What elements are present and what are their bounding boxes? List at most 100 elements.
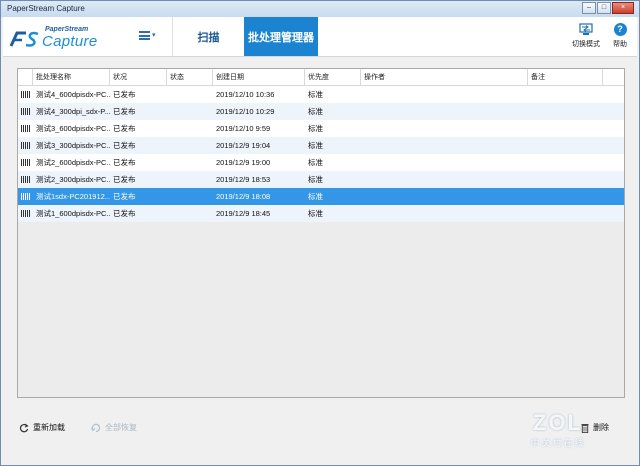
table-row[interactable]: 测试1sdx-PC201912... 已发布 2019/12/9 18:08 标准: [18, 188, 624, 205]
cell-priority: 标准: [308, 192, 323, 201]
table-row[interactable]: 测试3_600dpisdx-PC... 已发布 2019/12/10 9:59 标准: [18, 120, 624, 137]
batch-manager-panel: 批处理名称 状况 状态 创建日期 优先度 操作者 备注 测试4_600dpisd…: [3, 58, 637, 464]
cell-priority: 标准: [308, 158, 323, 167]
cell-status: [167, 171, 213, 188]
table-row[interactable]: 测试2_300dpisdx-PC... 已发布 2019/12/9 18:53 标准: [18, 171, 624, 188]
cell-note: [528, 86, 603, 103]
cell-condition: 已发布: [113, 90, 136, 99]
cell-note: [528, 137, 603, 154]
reload-button[interactable]: 重新加载: [19, 422, 65, 433]
cell-operator: [361, 103, 528, 120]
column-header-created[interactable]: 创建日期: [213, 69, 305, 86]
cell-note: [528, 103, 603, 120]
title-bar: PaperStream Capture – □ ×: [1, 1, 639, 17]
cell-note: [528, 120, 603, 137]
reload-label: 重新加载: [33, 423, 65, 432]
cell-condition: 已发布: [113, 192, 136, 201]
column-header-note[interactable]: 备注: [528, 69, 603, 86]
watermark-text: 中关村在线: [530, 438, 586, 448]
help-button[interactable]: ? 帮助: [609, 23, 631, 49]
app-header: PaperStream Capture ▾ 扫描 批处理管理器 切换模式 ? 帮…: [3, 17, 637, 57]
watermark-logo: ZOL: [533, 410, 583, 435]
paperstream-logo: PaperStream Capture: [9, 24, 109, 52]
table-row[interactable]: 测试3_300dpisdx-PC... 已发布 2019/12/9 19:04 标准: [18, 137, 624, 154]
cell-status: [167, 205, 213, 222]
window-title: PaperStream Capture: [7, 4, 85, 13]
restore-icon: [91, 423, 101, 432]
cell-operator: [361, 171, 528, 188]
switch-mode-button[interactable]: 切换模式: [569, 23, 603, 49]
app-window: PaperStream Capture – □ × PaperStream Ca…: [0, 0, 640, 466]
cell-operator: [361, 86, 528, 103]
cell-condition: 已发布: [113, 158, 136, 167]
batch-barcode-icon: [21, 176, 30, 183]
refresh-icon: [19, 423, 29, 432]
table-header: 批处理名称 状况 状态 创建日期 优先度 操作者 备注: [18, 69, 624, 86]
cell-priority: 标准: [308, 175, 323, 184]
switch-mode-label: 切换模式: [572, 41, 600, 48]
cell-condition: 已发布: [113, 209, 136, 218]
close-button[interactable]: ×: [612, 2, 634, 14]
cell-created: 2019/12/9 18:08: [216, 192, 271, 201]
batch-barcode-icon: [21, 108, 30, 115]
batch-barcode-icon: [21, 159, 30, 166]
cell-priority: 标准: [308, 90, 323, 99]
column-header-status[interactable]: 状态: [167, 69, 213, 86]
cell-name: 测试3_300dpisdx-PC...: [36, 141, 110, 150]
cell-created: 2019/12/9 18:53: [216, 175, 271, 184]
column-header-filler: [603, 69, 624, 86]
cell-status: [167, 137, 213, 154]
maximize-button[interactable]: □: [597, 2, 611, 14]
batch-barcode-icon: [21, 91, 30, 98]
column-header-name[interactable]: 批处理名称: [33, 69, 110, 86]
help-icon: ?: [613, 23, 627, 36]
batch-barcode-icon: [21, 210, 30, 217]
cell-created: 2019/12/9 19:00: [216, 158, 271, 167]
cell-status: [167, 154, 213, 171]
table-row[interactable]: 测试4_600dpisdx-PC... 已发布 2019/12/10 10:36 标准: [18, 86, 624, 103]
cell-note: [528, 171, 603, 188]
table-row[interactable]: 测试1_600dpisdx-PC... 已发布 2019/12/9 18:45 标准: [18, 205, 624, 222]
main-menu-button[interactable]: ▾: [139, 29, 161, 43]
cell-condition: 已发布: [113, 141, 136, 150]
cell-condition: 已发布: [113, 107, 136, 116]
chevron-down-icon: ▾: [152, 32, 156, 39]
cell-created: 2019/12/10 9:59: [216, 124, 271, 133]
cell-name: 测试4_300dpi_sdx-P...: [36, 107, 110, 116]
table-row[interactable]: 测试2_600dpisdx-PC... 已发布 2019/12/9 19:00 标准: [18, 154, 624, 171]
cell-status: [167, 103, 213, 120]
cell-name: 测试2_300dpisdx-PC...: [36, 175, 110, 184]
table-row[interactable]: 测试4_300dpi_sdx-P... 已发布 2019/12/10 10:29 标准: [18, 103, 624, 120]
logo-main-text: Capture: [42, 33, 98, 50]
restore-all-label: 全部恢复: [105, 423, 137, 432]
minimize-button[interactable]: –: [582, 2, 596, 14]
cell-name: 测试4_600dpisdx-PC...: [36, 90, 110, 99]
cell-name: 测试1_600dpisdx-PC...: [36, 209, 110, 218]
cell-created: 2019/12/10 10:36: [216, 90, 275, 99]
cell-status: [167, 188, 213, 205]
cell-operator: [361, 154, 528, 171]
tab-batch-manager[interactable]: 批处理管理器: [244, 17, 318, 56]
zol-watermark: ZOL 中关村在线: [523, 410, 593, 449]
cell-name: 测试3_600dpisdx-PC...: [36, 124, 110, 133]
tab-scan[interactable]: 扫描: [172, 17, 244, 56]
cell-note: [528, 188, 603, 205]
cell-priority: 标准: [308, 107, 323, 116]
cell-priority: 标准: [308, 124, 323, 133]
batch-barcode-icon: [21, 193, 30, 200]
cell-created: 2019/12/9 18:45: [216, 209, 271, 218]
column-header-condition[interactable]: 状况: [110, 69, 167, 86]
logo-mark-icon: [9, 31, 39, 47]
column-header-priority[interactable]: 优先度: [305, 69, 361, 86]
restore-all-button[interactable]: 全部恢复: [91, 422, 137, 433]
batch-barcode-icon: [21, 125, 30, 132]
switch-mode-icon: [579, 23, 593, 35]
column-header-operator[interactable]: 操作者: [361, 69, 528, 86]
cell-condition: 已发布: [113, 124, 136, 133]
icon-column-header: [18, 69, 33, 86]
cell-operator: [361, 205, 528, 222]
delete-label: 删除: [593, 423, 609, 432]
cell-condition: 已发布: [113, 175, 136, 184]
cell-note: [528, 205, 603, 222]
cell-name: 测试2_600dpisdx-PC...: [36, 158, 110, 167]
